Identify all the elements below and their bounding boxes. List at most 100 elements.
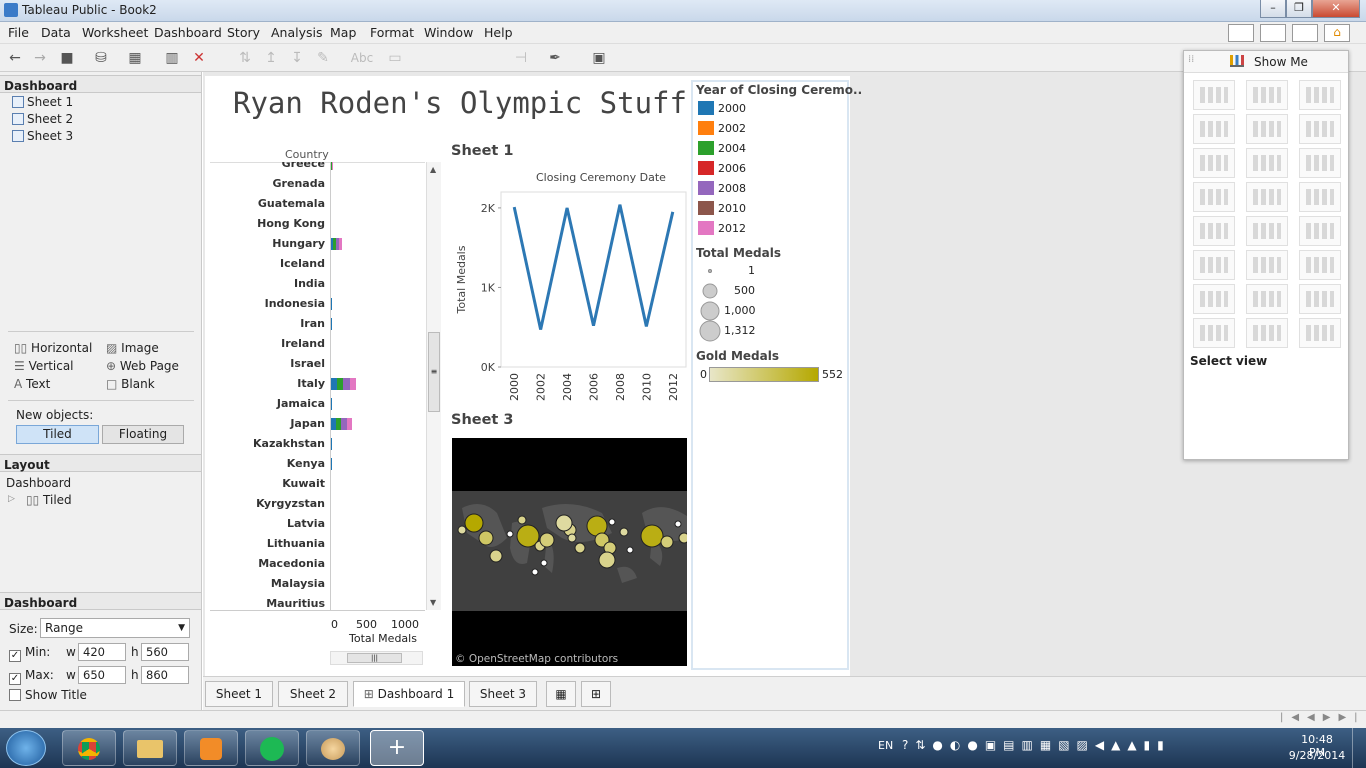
minimize-button[interactable]: –	[1260, 0, 1286, 18]
new-worksheet-tab-icon[interactable]: ▦	[546, 681, 576, 707]
chart-type-option[interactable]	[1246, 318, 1288, 348]
show-title-checkbox[interactable]	[9, 689, 21, 701]
menu-story[interactable]: Story	[227, 25, 260, 40]
sheet-list-item[interactable]: Sheet 1	[12, 95, 73, 109]
legend-swatch[interactable]	[698, 121, 714, 135]
swap-icon[interactable]: ⇅	[236, 49, 254, 67]
bar-segment[interactable]	[332, 162, 334, 170]
presentation-mode-icon[interactable]: ▣	[590, 49, 608, 67]
max-checkbox[interactable]: ✓	[9, 673, 21, 685]
media-player-icon[interactable]	[184, 730, 238, 766]
language-indicator[interactable]: EN	[878, 739, 893, 752]
presentation-icon[interactable]	[1228, 24, 1254, 42]
object-blank[interactable]: □ Blank	[106, 377, 155, 391]
undo-icon[interactable]: ←	[6, 49, 24, 67]
chart-type-option[interactable]	[1299, 182, 1341, 212]
object-image[interactable]: ▨ Image	[106, 341, 159, 355]
legend-swatch[interactable]	[698, 101, 714, 115]
chart-type-option[interactable]	[1299, 250, 1341, 280]
highlight-icon[interactable]: ✎	[314, 49, 332, 67]
chart-type-option[interactable]	[1299, 80, 1341, 110]
chart-type-option[interactable]	[1193, 216, 1235, 246]
map-view[interactable]: © OpenStreetMap contributors	[452, 438, 687, 666]
chart-type-option[interactable]	[1193, 114, 1235, 144]
scroll-up-icon[interactable]: ▲	[430, 165, 436, 174]
chart-type-option[interactable]	[1299, 318, 1341, 348]
sheet-list-item[interactable]: Sheet 3	[12, 129, 73, 143]
sort-desc-icon[interactable]: ↧	[288, 49, 306, 67]
chart-type-option[interactable]	[1246, 114, 1288, 144]
menu-help[interactable]: Help	[484, 25, 513, 40]
menu-analysis[interactable]: Analysis	[271, 25, 323, 40]
bar-segment[interactable]	[346, 418, 353, 430]
sort-asc-icon[interactable]: ↥	[262, 49, 280, 67]
save-icon[interactable]: ■	[58, 49, 76, 67]
tab-navigation-icons[interactable]: |◀◀▶▶|	[1280, 712, 1366, 723]
paint-icon[interactable]	[306, 730, 360, 766]
tab-sheet-1[interactable]: Sheet 1	[205, 681, 273, 707]
chart-type-option[interactable]	[1193, 318, 1235, 348]
show-me-header[interactable]: ⁞⁞ Show Me	[1184, 51, 1348, 73]
new-dashboard-tab-icon[interactable]: ⊞	[581, 681, 611, 707]
duplicate-sheet-icon[interactable]: ▥	[163, 49, 181, 67]
chrome-icon[interactable]	[62, 730, 116, 766]
menu-file[interactable]: File	[8, 25, 29, 40]
chart-type-option[interactable]	[1246, 80, 1288, 110]
spotify-icon[interactable]	[245, 730, 299, 766]
floating-button[interactable]: Floating	[102, 425, 184, 444]
scrollbar-thumb[interactable]: |||	[347, 653, 402, 663]
chart-type-option[interactable]	[1193, 182, 1235, 212]
pen-icon[interactable]: ✒	[546, 49, 564, 67]
legend-swatch[interactable]	[698, 201, 714, 215]
bar-segment[interactable]	[343, 378, 350, 390]
tab-sheet-3[interactable]: Sheet 3	[469, 681, 537, 707]
layout-dashboard-item[interactable]: Dashboard	[6, 476, 71, 490]
pin-icon[interactable]: ⊣	[512, 49, 530, 67]
menu-window[interactable]: Window	[424, 25, 473, 40]
chart-type-option[interactable]	[1299, 216, 1341, 246]
object-web-page[interactable]: ⊕ Web Page	[106, 359, 179, 373]
bar-segment[interactable]	[336, 378, 344, 390]
bar-segment[interactable]	[349, 378, 357, 390]
min-height-input[interactable]: 560	[141, 643, 189, 661]
system-tray-icons[interactable]: ?⇅●◐●▣▤▥▦▧▨◀▲▲▮▮	[902, 738, 1171, 752]
clock-date[interactable]: 9/28/2014	[1286, 749, 1348, 762]
clear-sheet-icon[interactable]: ✕	[190, 49, 208, 67]
menu-map[interactable]: Map	[330, 25, 356, 40]
show-desktop-button[interactable]	[1352, 728, 1366, 768]
legend-swatch[interactable]	[698, 181, 714, 195]
redo-icon[interactable]: →	[31, 49, 49, 67]
vertical-scrollbar[interactable]: ≡ ▲ ▼	[426, 162, 441, 610]
min-width-input[interactable]: 420	[78, 643, 126, 661]
grid-view-icon[interactable]	[1260, 24, 1286, 42]
scroll-down-icon[interactable]: ▼	[430, 598, 436, 607]
tab-dashboard-1[interactable]: ⊞ Dashboard 1	[353, 681, 465, 707]
tableau-icon[interactable]: +	[370, 730, 424, 766]
object-vertical[interactable]: ☰ Vertical	[14, 359, 74, 373]
object-horizontal[interactable]: ▯▯ Horizontal	[14, 341, 92, 355]
fit-icon[interactable]: ▭	[386, 49, 404, 67]
maximize-button[interactable]: ❐	[1286, 0, 1312, 18]
labels-button[interactable]: Abc	[350, 49, 374, 67]
legend-swatch[interactable]	[698, 221, 714, 235]
chart-type-option[interactable]	[1299, 284, 1341, 314]
close-button[interactable]: ✕	[1312, 0, 1360, 18]
chart-type-option[interactable]	[1246, 250, 1288, 280]
sheet-list-item[interactable]: Sheet 2	[12, 112, 73, 126]
chart-type-option[interactable]	[1193, 250, 1235, 280]
size-dropdown[interactable]: Range ▼	[40, 618, 190, 638]
home-icon[interactable]: ⌂	[1324, 24, 1350, 42]
chart-type-option[interactable]	[1299, 114, 1341, 144]
max-height-input[interactable]: 860	[141, 666, 189, 684]
tab-sheet-2[interactable]: Sheet 2	[278, 681, 348, 707]
start-button[interactable]	[6, 730, 46, 766]
new-worksheet-icon[interactable]: ▦	[126, 49, 144, 67]
layout-tiled-item[interactable]: ▯▯ Tiled	[26, 493, 72, 507]
max-width-input[interactable]: 650	[78, 666, 126, 684]
chart-type-option[interactable]	[1246, 216, 1288, 246]
tiled-button[interactable]: Tiled	[16, 425, 99, 444]
bar-segment[interactable]	[338, 238, 342, 250]
file-explorer-icon[interactable]	[123, 730, 177, 766]
horizontal-scrollbar[interactable]: |||	[330, 651, 423, 665]
object-text[interactable]: A Text	[14, 377, 50, 391]
